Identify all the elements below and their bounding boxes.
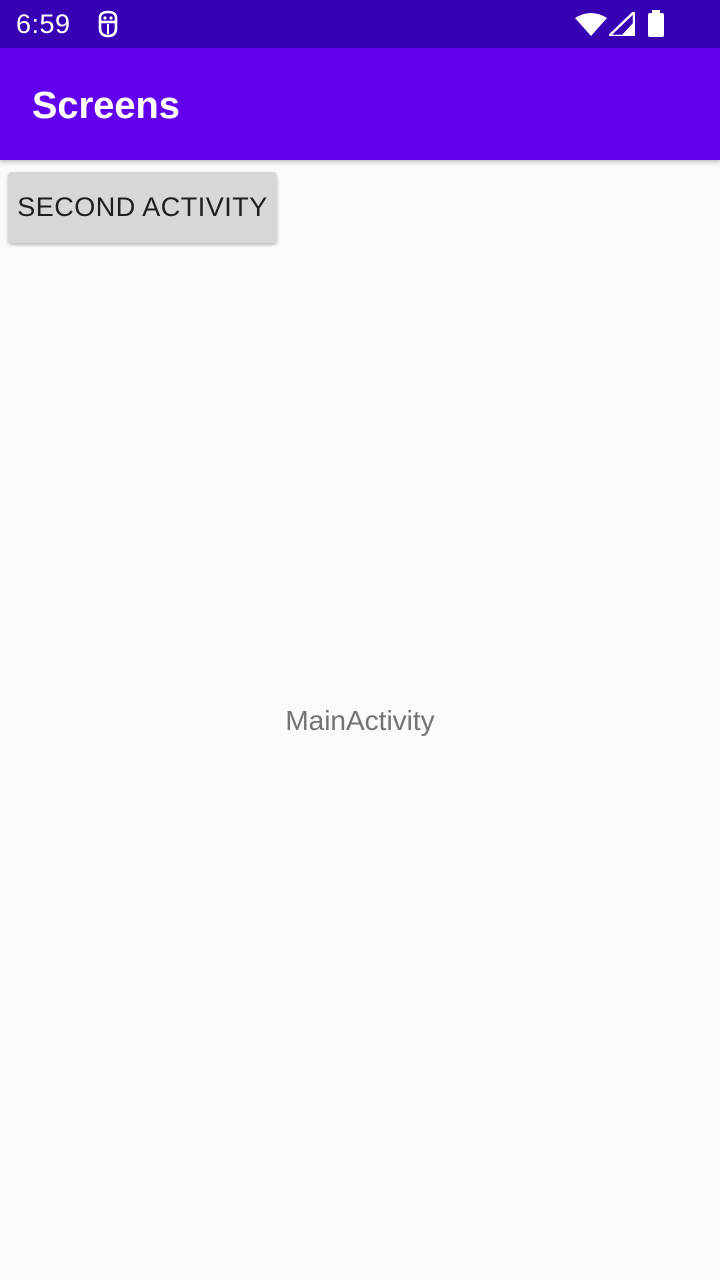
app-bar: Screens (0, 48, 720, 160)
cell-signal-icon (609, 12, 635, 36)
main-activity-label: MainActivity (285, 705, 435, 736)
battery-icon (648, 10, 664, 37)
status-bar: 6:59 (0, 0, 720, 48)
status-time: 6:59 (16, 9, 71, 39)
wifi-icon (575, 13, 607, 36)
android-debug-icon (98, 10, 118, 38)
second-activity-button[interactable]: SECOND ACTIVITY (8, 172, 277, 243)
app-title: Screens (32, 85, 180, 127)
